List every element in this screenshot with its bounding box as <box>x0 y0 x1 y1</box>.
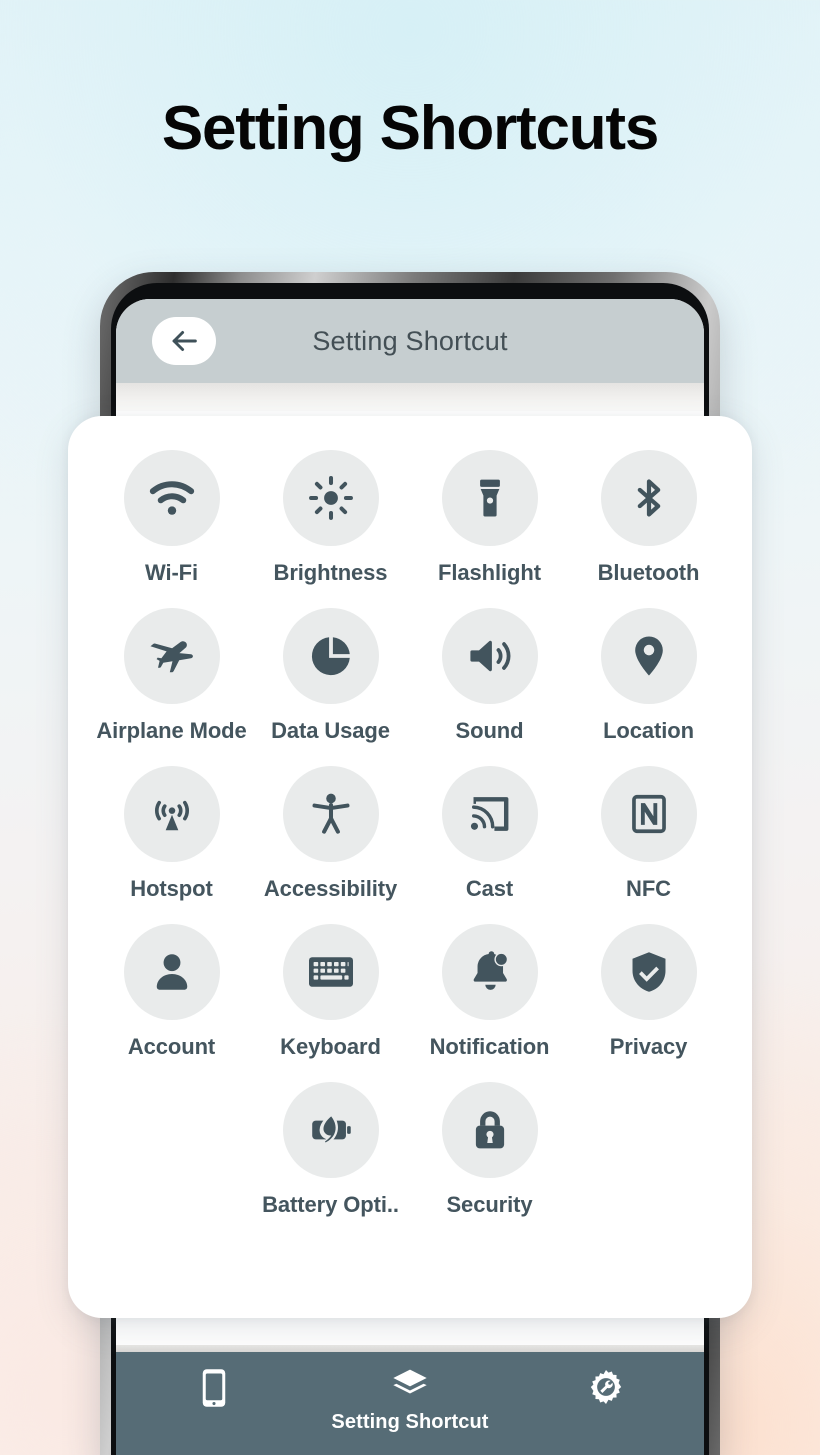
nav-label-setting-shortcut: Setting Shortcut <box>331 1411 489 1433</box>
person-account-icon <box>150 950 194 994</box>
tile-circle <box>600 608 697 704</box>
tile-circle <box>282 450 379 546</box>
layers-stack-icon <box>389 1368 431 1404</box>
tile-label: Location <box>603 718 694 743</box>
wifi-icon <box>148 474 196 522</box>
tile-circle <box>282 924 379 1020</box>
tile-label: Data Usage <box>271 718 390 743</box>
battery-leaf-icon <box>308 1107 354 1153</box>
accessibility-person-icon <box>308 791 354 837</box>
tile-label: Hotspot <box>130 876 213 901</box>
nfc-icon <box>627 792 671 836</box>
shortcut-tile-account[interactable]: Account <box>92 924 251 1060</box>
tile-label: Cast <box>465 876 514 901</box>
grid-spacer <box>569 1082 728 1218</box>
shortcut-tile-data-usage[interactable]: Data Usage <box>251 608 410 744</box>
tile-circle <box>441 608 538 704</box>
nav-item-tools[interactable] <box>521 1368 691 1413</box>
tile-circle <box>282 608 379 704</box>
tile-label: Keyboard <box>280 1034 381 1059</box>
tile-circle <box>441 450 538 546</box>
shortcut-tile-cast[interactable]: Cast <box>410 766 569 902</box>
cast-screen-icon <box>467 791 513 837</box>
shortcut-tile-accessibility[interactable]: Accessibility <box>251 766 410 902</box>
header-shadow <box>116 383 704 411</box>
bluetooth-icon <box>627 476 671 520</box>
grid-spacer <box>92 1082 251 1218</box>
mobile-phone-icon <box>199 1368 229 1408</box>
lock-icon <box>468 1108 512 1152</box>
shortcut-tile-flashlight[interactable]: Flashlight <box>410 450 569 586</box>
tile-label: Wi-Fi <box>144 560 199 585</box>
app-header: Setting Shortcut <box>116 299 704 383</box>
tile-label: Notification <box>429 1034 550 1059</box>
tile-circle <box>441 924 538 1020</box>
shortcut-tile-location[interactable]: Location <box>569 608 728 744</box>
shortcut-tile-airplane-mode[interactable]: Airplane Mode <box>92 608 251 744</box>
tile-label: Accessibility <box>263 876 398 901</box>
tile-circle <box>600 450 697 546</box>
tile-circle <box>441 766 538 862</box>
bell-notification-icon <box>467 949 513 995</box>
tile-label: Bluetooth <box>597 560 700 585</box>
shortcut-tile-privacy[interactable]: Privacy <box>569 924 728 1060</box>
shortcut-tile-hotspot[interactable]: Hotspot <box>92 766 251 902</box>
airplane-icon <box>148 632 196 680</box>
map-pin-icon <box>626 633 672 679</box>
shortcut-tile-brightness[interactable]: Brightness <box>251 450 410 586</box>
speaker-volume-icon <box>466 632 514 680</box>
brightness-sun-icon <box>308 475 354 521</box>
shield-check-icon <box>626 949 672 995</box>
tile-circle <box>123 450 220 546</box>
page-title: Setting Shortcuts <box>161 94 659 163</box>
tile-circle <box>600 766 697 862</box>
bottom-navigation: Setting Shortcut <box>116 1352 704 1455</box>
hotspot-broadcast-icon <box>149 791 195 837</box>
tile-label: Sound <box>455 718 524 743</box>
tile-circle <box>282 766 379 862</box>
keyboard-icon <box>307 948 355 996</box>
tile-circle <box>123 924 220 1020</box>
tile-label: NFC <box>626 876 671 901</box>
tile-label: Flashlight <box>438 560 541 585</box>
shortcut-tile-nfc[interactable]: NFC <box>569 766 728 902</box>
tile-circle <box>282 1082 379 1178</box>
tile-circle <box>600 924 697 1020</box>
tile-label: Account <box>127 1034 216 1059</box>
shortcut-tile-keyboard[interactable]: Keyboard <box>251 924 410 1060</box>
tile-label: Security <box>446 1192 533 1217</box>
tile-circle <box>123 766 220 862</box>
back-button[interactable] <box>152 317 216 365</box>
nav-item-setting-shortcut[interactable]: Setting Shortcut <box>325 1368 495 1434</box>
shortcut-card: Wi-Fi Brightness Flashlight Bluetooth Ai… <box>68 416 752 1318</box>
pie-chart-icon <box>308 633 354 679</box>
arrow-left-icon <box>167 324 201 358</box>
tile-label: Privacy <box>609 1034 688 1059</box>
tile-circle <box>123 608 220 704</box>
bottom-nav-divider <box>116 1345 704 1352</box>
shortcut-tile-bluetooth[interactable]: Bluetooth <box>569 450 728 586</box>
flashlight-icon <box>468 476 512 520</box>
shortcut-tile-notification[interactable]: Notification <box>410 924 569 1060</box>
tile-label: Brightness <box>273 560 388 585</box>
tile-label: Airplane Mode <box>96 718 247 743</box>
tile-circle <box>441 1082 538 1178</box>
shortcut-tile-security[interactable]: Security <box>410 1082 569 1218</box>
gear-wrench-icon <box>587 1368 625 1406</box>
tile-label: Battery Opti.. <box>262 1192 399 1217</box>
shortcut-tile-sound[interactable]: Sound <box>410 608 569 744</box>
shortcut-tile-wifi[interactable]: Wi-Fi <box>92 450 251 586</box>
shortcut-tile-battery-optimization[interactable]: Battery Opti.. <box>251 1082 410 1218</box>
shortcut-grid: Wi-Fi Brightness Flashlight Bluetooth Ai… <box>92 450 728 1218</box>
nav-item-device[interactable] <box>129 1368 299 1415</box>
